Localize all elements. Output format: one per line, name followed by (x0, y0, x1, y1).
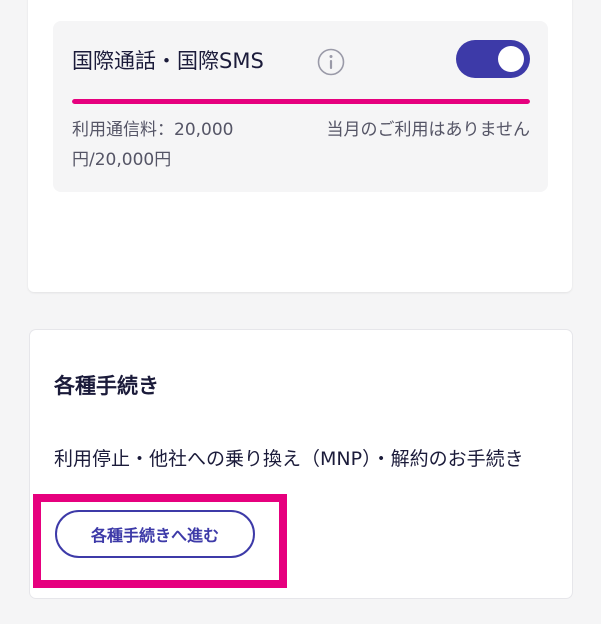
usage-title: 国際通話・国際SMS (72, 49, 264, 73)
international-toggle[interactable] (456, 40, 530, 78)
procedures-title: 各種手続き (54, 374, 159, 398)
proceed-to-procedures-button[interactable]: 各種手続きへ進む (55, 510, 255, 558)
usage-amount-text: 利用通信料：20,000円/20,000円 (72, 120, 234, 170)
procedures-description: 利用停止・他社への乗り換え（MNP）・解約のお手続き (54, 448, 524, 470)
usage-status-text: 当月のご利用はありません (326, 120, 531, 140)
usage-progress-fill (72, 99, 530, 104)
toggle-knob (498, 46, 524, 72)
usage-progress-bar (72, 99, 530, 104)
info-icon[interactable] (317, 48, 345, 76)
international-usage-panel: 国際通話・国際SMS 利用通信料：20,000円/20,000円 当月のご利用は… (53, 21, 548, 192)
usage-card: 国際通話・国際SMS 利用通信料：20,000円/20,000円 当月のご利用は… (28, 0, 572, 292)
